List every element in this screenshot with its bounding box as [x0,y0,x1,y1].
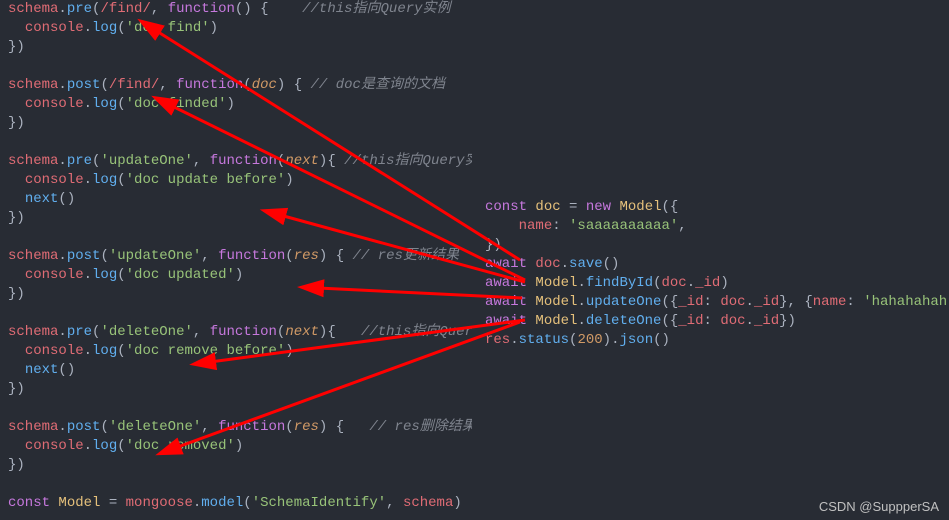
code-line: }) [8,456,464,475]
code-line: console.log('doc removed') [8,437,464,456]
code-line: schema.post('updateOne', function(res) {… [8,247,464,266]
code-line: }) [8,209,464,228]
code-line: next() [8,361,464,380]
code-line: await Model.deleteOne({_id: doc._id}) [485,312,939,331]
code-line: const doc = new Model({ [485,198,939,217]
code-line: }) [8,380,464,399]
code-line: console.log('doc finded') [8,95,464,114]
code-line: schema.pre('deleteOne', function(next){ … [8,323,464,342]
blank-line [8,475,464,494]
code-line: schema.pre(/find/, function() { //this指向… [8,0,464,19]
token-method: pre [67,1,92,17]
right-code-pane: const doc = new Model({ name: 'saaaaaaaa… [475,184,949,344]
code-line: schema.post('deleteOne', function(res) {… [8,418,464,437]
code-line: console.log('doc find') [8,19,464,38]
code-line: console.log('doc update before') [8,171,464,190]
blank-line [8,304,464,323]
blank-line [8,133,464,152]
code-line: name: 'saaaaaaaaaa', [485,217,939,236]
blank-line [8,399,464,418]
code-line: schema.post(/find/, function(doc) { // d… [8,76,464,95]
code-line: }) [485,236,939,255]
token-regex: /find/ [100,1,150,17]
token-var: schema [8,1,58,17]
token-comment: //this指向Query实例 [302,1,450,17]
code-line: await Model.findById(doc._id) [485,274,939,293]
code-line: await Model.updateOne({_id: doc._id}, {n… [485,293,939,312]
code-line: schema.pre('updateOne', function(next){ … [8,152,464,171]
code-line: console.log('doc updated') [8,266,464,285]
left-code-pane: schema.pre(/find/, function() { //this指向… [0,0,472,520]
code-line: }) [8,38,464,57]
code-line: next() [8,190,464,209]
code-line: }) [8,114,464,133]
blank-line [8,57,464,76]
watermark-text: CSDN @SuppperSA [819,497,939,516]
code-line: }) [8,285,464,304]
token-keyword: function [168,1,235,17]
code-line: res.status(200).json() [485,331,939,350]
code-line: console.log('doc remove before') [8,342,464,361]
code-line: const Model = mongoose.model('SchemaIden… [8,494,464,513]
blank-line [8,228,464,247]
code-line: await doc.save() [485,255,939,274]
